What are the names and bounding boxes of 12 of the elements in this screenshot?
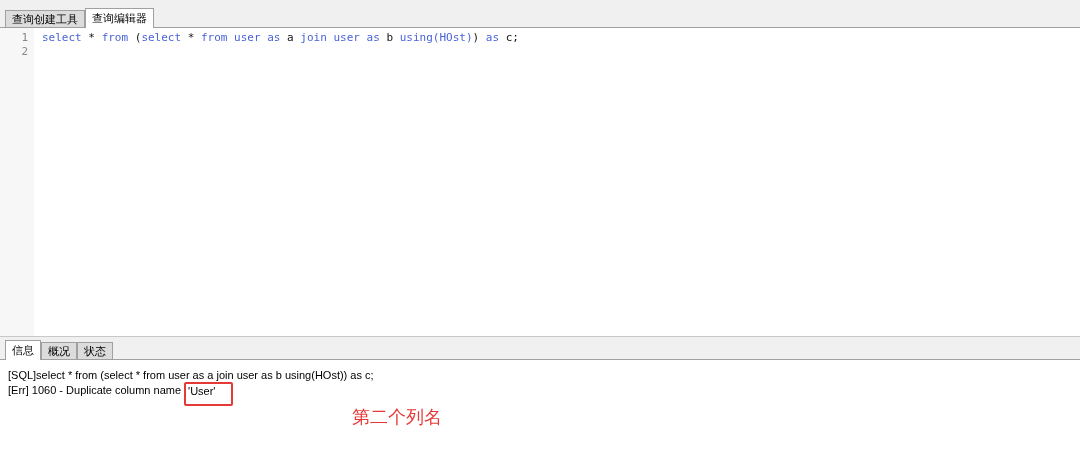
error-text: [Err] 1060 - Duplicate column name	[8, 383, 182, 398]
tab[interactable]: 信息	[5, 340, 41, 360]
message-text: [SQL]select * from (select * from user as a join user as b using(HOst)) as c;	[8, 368, 374, 383]
tab[interactable]: 状态	[77, 342, 113, 359]
line-number: 1	[21, 31, 28, 45]
tab[interactable]: 概况	[41, 342, 77, 359]
tab[interactable]: 查询编辑器	[85, 8, 154, 28]
line-number: 2	[21, 45, 28, 59]
annotation-text: 第二个列名	[352, 410, 442, 425]
tab[interactable]: 查询创建工具	[5, 10, 85, 27]
highlighted-name: 'User'	[184, 382, 234, 406]
code-line: select * from (select * from user as a join user as b using(HOst)) as c;	[42, 31, 520, 45]
